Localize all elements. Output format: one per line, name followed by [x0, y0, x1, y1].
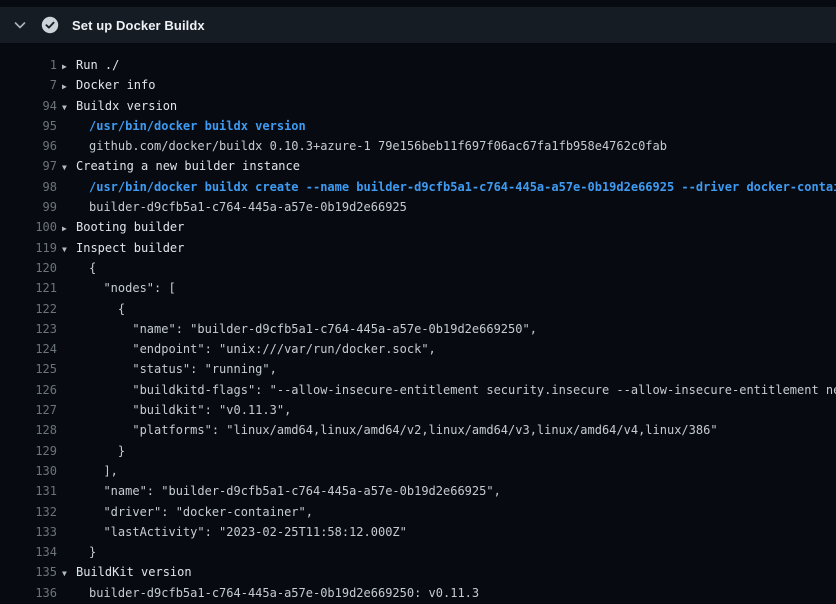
triangle-expanded-icon[interactable]: ▼	[62, 240, 76, 260]
line-number[interactable]: 131	[0, 481, 57, 501]
output-text: }	[76, 542, 96, 562]
line-number[interactable]: 119	[0, 238, 57, 258]
line-number[interactable]: 121	[0, 278, 57, 298]
line-number[interactable]: 100	[0, 217, 57, 237]
log-group-row[interactable]: 119▼Inspect builder	[0, 238, 836, 258]
line-number[interactable]: 132	[0, 502, 57, 522]
line-number[interactable]: 122	[0, 299, 57, 319]
log-group-row[interactable]: 97▼Creating a new builder instance	[0, 156, 836, 176]
output-text: "status": "running",	[76, 359, 277, 379]
line-number[interactable]: 130	[0, 461, 57, 481]
triangle-collapsed-icon[interactable]: ▶	[62, 219, 76, 239]
log-line: 124 "endpoint": "unix:///var/run/docker.…	[0, 339, 836, 359]
log-line: 132 "driver": "docker-container",	[0, 502, 836, 522]
log-line: 131 "name": "builder-d9cfb5a1-c764-445a-…	[0, 481, 836, 501]
log-group-row[interactable]: 1▶Run ./	[0, 55, 836, 75]
line-number[interactable]: 7	[0, 75, 57, 95]
line-number[interactable]: 127	[0, 400, 57, 420]
output-text: "nodes": [	[76, 278, 176, 298]
group-title: Inspect builder	[76, 238, 184, 258]
log-line: 122 {	[0, 299, 836, 319]
command-text: /usr/bin/docker buildx version	[76, 116, 306, 136]
log-group-row[interactable]: 7▶Docker info	[0, 75, 836, 95]
log-line: 126 "buildkitd-flags": "--allow-insecure…	[0, 380, 836, 400]
step-title: Set up Docker Buildx	[72, 18, 205, 33]
line-number[interactable]: 133	[0, 522, 57, 542]
log-line: 136 builder-d9cfb5a1-c764-445a-a57e-0b19d…	[0, 583, 836, 603]
line-number[interactable]: 96	[0, 136, 57, 156]
output-text: "driver": "docker-container",	[76, 502, 313, 522]
step-header[interactable]: Set up Docker Buildx	[0, 7, 836, 43]
output-text: github.com/docker/buildx 0.10.3+azure-1 …	[76, 136, 667, 156]
triangle-collapsed-icon[interactable]: ▶	[62, 57, 76, 77]
line-number[interactable]: 123	[0, 319, 57, 339]
log-line: 127 "buildkit": "v0.11.3",	[0, 400, 836, 420]
output-text: }	[76, 441, 125, 461]
log-line: 121 "nodes": [	[0, 278, 836, 298]
line-number[interactable]: 136	[0, 583, 57, 603]
group-title: Creating a new builder instance	[76, 156, 300, 176]
output-text: "platforms": "linux/amd64,linux/amd64/v2…	[76, 420, 718, 440]
line-number[interactable]: 124	[0, 339, 57, 359]
group-title: BuildKit version	[76, 562, 192, 582]
line-number[interactable]: 120	[0, 258, 57, 278]
log-viewer: 1▶Run ./7▶Docker info94▼Buildx version95…	[0, 43, 836, 603]
output-text: "endpoint": "unix:///var/run/docker.sock…	[76, 339, 436, 359]
log-line: 120 {	[0, 258, 836, 278]
line-number[interactable]: 99	[0, 197, 57, 217]
group-title: Booting builder	[76, 217, 184, 237]
line-number[interactable]: 95	[0, 116, 57, 136]
line-number[interactable]: 135	[0, 562, 57, 582]
log-group-row[interactable]: 94▼Buildx version	[0, 96, 836, 116]
output-text: builder-d9cfb5a1-c764-445a-a57e-0b19d2e6…	[76, 583, 479, 603]
line-number[interactable]: 98	[0, 177, 57, 197]
log-line: 133 "lastActivity": "2023-02-25T11:58:12…	[0, 522, 836, 542]
output-text: {	[76, 258, 96, 278]
log-line: 125 "status": "running",	[0, 359, 836, 379]
line-number[interactable]: 126	[0, 380, 57, 400]
group-title: Run ./	[76, 55, 119, 75]
output-text: "buildkit": "v0.11.3",	[76, 400, 291, 420]
line-number[interactable]: 134	[0, 542, 57, 562]
triangle-expanded-icon[interactable]: ▼	[62, 98, 76, 118]
log-line: 95/usr/bin/docker buildx version	[0, 116, 836, 136]
line-number[interactable]: 94	[0, 96, 57, 116]
command-text: /usr/bin/docker buildx create --name bui…	[76, 177, 836, 197]
output-text: "lastActivity": "2023-02-25T11:58:12.000…	[76, 522, 407, 542]
log-line: 99 builder-d9cfb5a1-c764-445a-a57e-0b19d2…	[0, 197, 836, 217]
line-number[interactable]: 129	[0, 441, 57, 461]
output-text: builder-d9cfb5a1-c764-445a-a57e-0b19d2e6…	[76, 197, 407, 217]
log-line: 134}	[0, 542, 836, 562]
log-line: 96 github.com/docker/buildx 0.10.3+azure-…	[0, 136, 836, 156]
output-text: {	[76, 299, 125, 319]
log-group-row[interactable]: 135▼BuildKit version	[0, 562, 836, 582]
output-text: "buildkitd-flags": "--allow-insecure-ent…	[76, 380, 836, 400]
log-line: 98/usr/bin/docker buildx create --name b…	[0, 177, 836, 197]
top-margin	[0, 0, 836, 7]
log-line: 129 }	[0, 441, 836, 461]
line-number[interactable]: 128	[0, 420, 57, 440]
check-circle-icon	[41, 16, 59, 34]
triangle-expanded-icon[interactable]: ▼	[62, 564, 76, 584]
output-text: "name": "builder-d9cfb5a1-c764-445a-a57e…	[76, 319, 537, 339]
log-group-row[interactable]: 100▶Booting builder	[0, 217, 836, 237]
log-line: 128 "platforms": "linux/amd64,linux/amd6…	[0, 420, 836, 440]
triangle-collapsed-icon[interactable]: ▶	[62, 77, 76, 97]
group-title: Docker info	[76, 75, 155, 95]
triangle-expanded-icon[interactable]: ▼	[62, 158, 76, 178]
group-title: Buildx version	[76, 96, 177, 116]
line-number[interactable]: 1	[0, 55, 57, 75]
line-number[interactable]: 125	[0, 359, 57, 379]
output-text: ],	[76, 461, 118, 481]
output-text: "name": "builder-d9cfb5a1-c764-445a-a57e…	[76, 481, 501, 501]
chevron-down-icon[interactable]	[12, 17, 28, 33]
log-line: 130 ],	[0, 461, 836, 481]
log-line: 123 "name": "builder-d9cfb5a1-c764-445a-…	[0, 319, 836, 339]
line-number[interactable]: 97	[0, 156, 57, 176]
